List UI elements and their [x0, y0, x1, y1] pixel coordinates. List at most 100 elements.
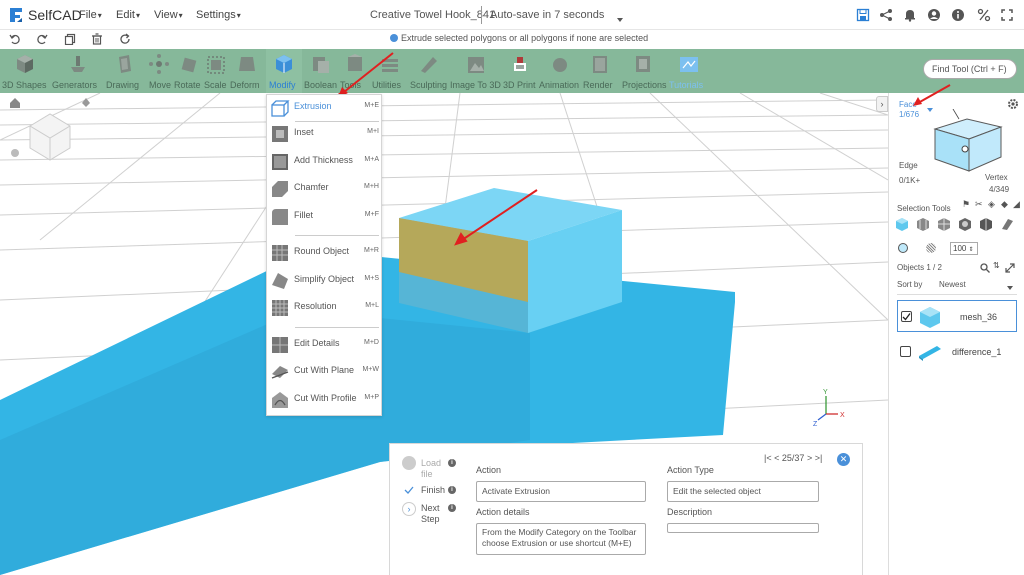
add-thickness-icon [272, 154, 288, 170]
tool-label: Tutorials [669, 80, 704, 90]
brush-shape-circle[interactable] [898, 243, 908, 253]
select-invert-icon[interactable] [979, 217, 993, 231]
edge-label[interactable]: Edge [899, 161, 918, 170]
axis-gizmo: Y X Z [813, 389, 845, 428]
perspective-icon[interactable] [82, 98, 90, 107]
selfcad-logo[interactable]: SelfCAD [8, 6, 82, 24]
select-plane-icon[interactable] [1000, 217, 1014, 231]
settings-gear-icon[interactable] [1007, 98, 1019, 110]
select-faces-icon[interactable] [916, 217, 930, 231]
tool-generators[interactable]: Generators [52, 49, 100, 93]
tool-image-to-3d[interactable]: Image To 3D [450, 49, 502, 93]
camera-icon[interactable] [11, 149, 19, 157]
menu-item-cut-with-profile[interactable]: Cut With Profile M+P [267, 387, 381, 413]
tool-drawing[interactable]: Drawing [104, 49, 146, 93]
document-title[interactable]: Creative Towel Hook_841 [370, 9, 495, 21]
object-checkbox[interactable] [901, 311, 912, 322]
tool-animation[interactable]: Animation [538, 49, 582, 93]
undo-icon[interactable] [9, 33, 21, 45]
erase-select-icon[interactable]: ◢ [1013, 199, 1020, 210]
menu-item-cut-with-plane[interactable]: Cut With Plane M+W [267, 359, 381, 385]
tool-move[interactable]: Move [146, 49, 172, 93]
brush-select-icon[interactable]: ◈ [988, 199, 995, 210]
next-step-icon[interactable]: > [807, 453, 812, 463]
chevron-right-icon: › [402, 502, 416, 516]
tool-projections[interactable]: Projections [620, 49, 667, 93]
vertex-label[interactable]: Vertex [985, 173, 1008, 182]
delete-trash-icon[interactable] [91, 33, 103, 45]
cut-with-profile-icon [272, 392, 288, 408]
sort-order-icon[interactable]: ⇅ [993, 261, 1000, 270]
fullscreen-icon[interactable] [1000, 8, 1014, 22]
menu-item-resolution[interactable]: Resolution M+L [267, 295, 381, 321]
redo-icon[interactable] [36, 33, 48, 45]
brush-shape-pattern[interactable] [926, 243, 936, 253]
object-checkbox[interactable] [900, 346, 911, 357]
select-loop-icon[interactable] [958, 217, 972, 231]
sort-dropdown[interactable]: Newest [937, 278, 1017, 291]
menu-settings[interactable]: Settings▾ [196, 9, 241, 21]
menu-item-round-object[interactable]: Round Object M+R [267, 240, 381, 266]
menu-item-fillet[interactable]: Fillet M+F [267, 204, 381, 230]
selection-tools-label: Selection Tools [897, 204, 951, 213]
tool-deform[interactable]: Deform [228, 49, 266, 93]
tool-rotate[interactable]: Rotate [174, 49, 204, 93]
menu-item-simplify-object[interactable]: Simplify Object M+S [267, 268, 381, 294]
paint-select-icon[interactable]: ◆ [1001, 199, 1008, 210]
menu-file[interactable]: File▾ [79, 9, 102, 21]
lasso-tool-icon[interactable]: ✂ [975, 199, 983, 210]
menu-view[interactable]: View▾ [154, 9, 183, 21]
menu-item-chamfer[interactable]: Chamfer M+H [267, 176, 381, 202]
view-navigation-cube[interactable] [29, 113, 71, 161]
tool-3d-shapes[interactable]: 3D Shapes [0, 49, 50, 93]
selection-mode-cube-icon[interactable] [927, 109, 1007, 179]
menu-edit[interactable]: Edit▾ [116, 9, 140, 21]
units-percent-icon[interactable] [977, 8, 991, 22]
help-info-icon[interactable] [951, 8, 965, 22]
menu-item-add-thickness[interactable]: Add Thickness M+A [267, 149, 381, 175]
action-field[interactable]: Activate Extrusion [476, 481, 646, 502]
brush-size-input[interactable]: 100 ⇕ [950, 242, 978, 255]
app-name: SelfCAD [28, 7, 82, 23]
menu-item-extrusion[interactable]: Extrusion M+E [267, 95, 381, 121]
collapse-panel-button[interactable]: › [876, 96, 888, 112]
object-row-mesh-36[interactable]: mesh_36 [897, 300, 1017, 332]
object-row-difference-1[interactable]: difference_1 [897, 336, 1017, 368]
shortcut-label: M+S [364, 275, 379, 282]
expand-icon[interactable] [1005, 263, 1015, 273]
title-separator [481, 6, 482, 24]
menu-item-inset[interactable]: Inset M+I [267, 121, 381, 147]
action-type-field[interactable]: Edit the selected object [667, 481, 819, 502]
tool-scale[interactable]: Scale [204, 49, 228, 93]
last-step-icon[interactable]: >| [815, 453, 823, 463]
tool-modify[interactable]: Modify [266, 49, 302, 93]
description-field[interactable] [667, 523, 819, 533]
arrow-to-face-mode [913, 84, 951, 106]
refresh-icon[interactable] [119, 33, 131, 45]
info-icon[interactable]: i [448, 504, 456, 512]
select-connected-icon[interactable] [937, 217, 951, 231]
find-tool-search[interactable]: Find Tool (Ctrl + F) [923, 59, 1017, 79]
search-icon[interactable] [980, 263, 990, 273]
animation-icon [553, 58, 567, 72]
notifications-bell-icon[interactable] [903, 8, 917, 22]
tool-render[interactable]: Render [582, 49, 618, 93]
save-icon[interactable] [856, 8, 870, 22]
info-icon[interactable]: i [448, 459, 456, 467]
autosave-dropdown-icon[interactable] [617, 13, 623, 25]
home-icon[interactable] [10, 98, 20, 108]
user-account-icon[interactable] [927, 8, 941, 22]
prev-step-icon[interactable]: < [774, 453, 779, 463]
select-all-icon[interactable] [895, 217, 909, 231]
tool-sculpting[interactable]: Sculpting [410, 49, 448, 93]
select-tool-icon[interactable]: ⚑ [962, 199, 970, 210]
tool-3d-print[interactable]: 3D Print [502, 49, 538, 93]
tool-tutorials[interactable]: Tutorials [668, 49, 710, 93]
copy-icon[interactable] [64, 33, 76, 45]
first-step-icon[interactable]: |< [764, 453, 772, 463]
menu-item-edit-details[interactable]: Edit Details M+D [267, 332, 381, 358]
info-icon[interactable]: i [448, 486, 456, 494]
share-icon[interactable] [879, 8, 893, 22]
action-details-field[interactable]: From the Modify Category on the Toolbar … [476, 523, 646, 555]
close-tutorial-button[interactable]: ✕ [837, 453, 850, 466]
